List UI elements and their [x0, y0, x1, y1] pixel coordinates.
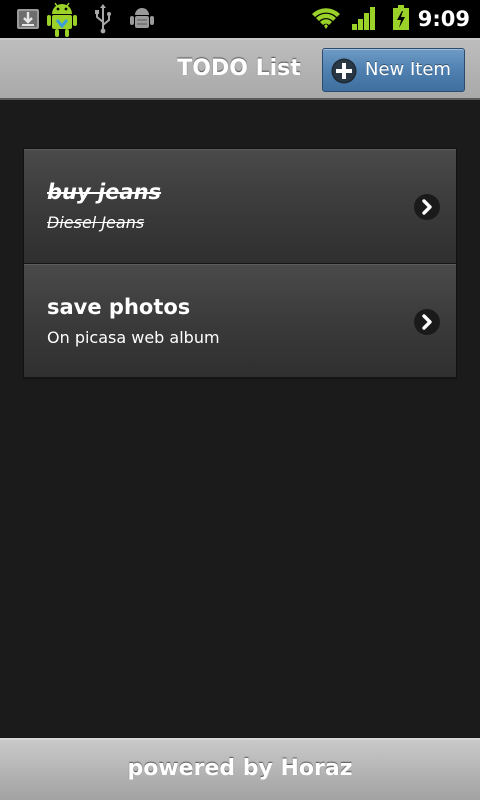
usb-icon — [95, 4, 111, 34]
todo-item[interactable]: save photos On picasa web album — [24, 264, 456, 378]
todo-item[interactable]: buy jeans Diesel Jeans — [24, 149, 456, 264]
new-item-button[interactable]: New Item — [322, 48, 465, 92]
header-bar: TODO List New Item — [0, 38, 480, 100]
debug-bug-icon — [130, 8, 154, 28]
todo-item-description: On picasa web album — [47, 328, 220, 347]
wifi-icon — [312, 8, 340, 29]
footer-bar: powered by Horaz — [0, 738, 480, 800]
signal-icon — [352, 7, 375, 30]
battery-charging-icon — [393, 5, 409, 30]
chevron-right-icon[interactable] — [413, 308, 441, 336]
status-bar: 9:09 — [0, 0, 480, 38]
status-time: 9:09 — [417, 7, 470, 31]
footer-powered-by: powered by Horaz — [127, 756, 353, 781]
todo-item-title: save photos — [47, 295, 191, 319]
new-item-label: New Item — [365, 59, 451, 80]
todo-item-description: Diesel Jeans — [47, 213, 145, 232]
chevron-right-icon[interactable] — [413, 193, 441, 221]
android-robot-icon — [47, 2, 77, 37]
page-title: TODO List — [177, 56, 301, 81]
download-icon — [17, 9, 39, 29]
plus-icon — [331, 58, 357, 84]
todo-list: buy jeans Diesel Jeans save photos On pi… — [23, 148, 457, 379]
todo-item-title: buy jeans — [47, 180, 162, 204]
